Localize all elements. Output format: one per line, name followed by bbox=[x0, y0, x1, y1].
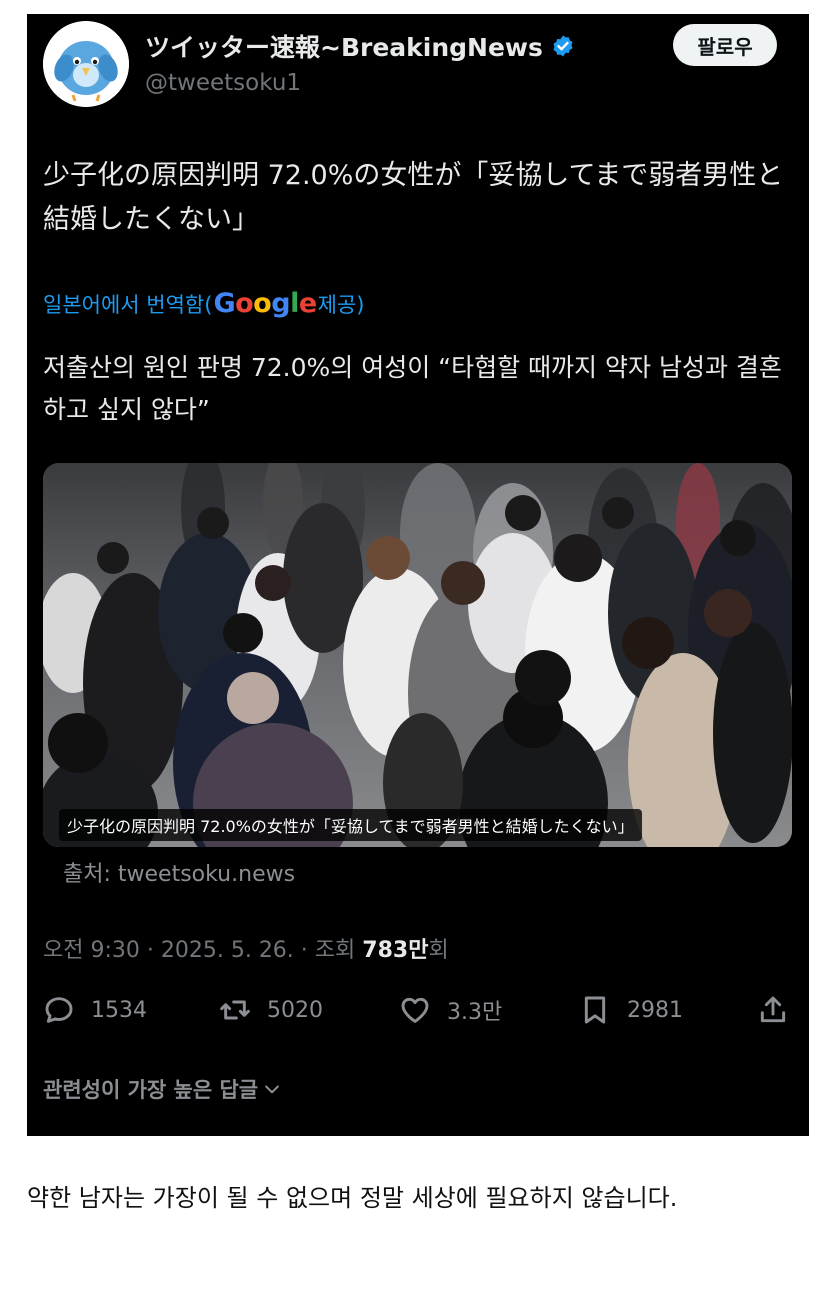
google-logo-letter: g bbox=[271, 288, 291, 319]
author-name-row[interactable]: ツイッター速報~BreakingNews bbox=[145, 28, 575, 64]
author-handle[interactable]: @tweetsoku1 bbox=[145, 70, 301, 96]
translated-text: 저출산의 원인 판명 72.0%의 여성이 “타협할 때까지 약자 남성과 결혼… bbox=[43, 353, 782, 424]
tweet-text: 少子化の原因判明 72.0%の女性が「妥協してまで弱者男性と結婚したくない」 bbox=[43, 160, 784, 235]
author-display-name[interactable]: ツイッター速報~BreakingNews bbox=[145, 28, 543, 64]
replies-sort-dropdown[interactable]: 관련성이 가장 높은 답글 bbox=[43, 1074, 282, 1104]
reply-count: 1534 bbox=[91, 997, 147, 1023]
translated-by-link[interactable]: 일본어에서 번역함( Google 제공) bbox=[43, 288, 364, 319]
retweet-icon bbox=[220, 1000, 250, 1020]
google-logo-letter: G bbox=[213, 288, 236, 319]
google-logo-letter: l bbox=[290, 288, 299, 319]
chevron-down-icon bbox=[265, 1085, 279, 1094]
like-button[interactable]: 3.3만 bbox=[399, 994, 502, 1026]
like-count: 3.3만 bbox=[447, 1000, 503, 1025]
tweet-timestamp[interactable]: 오전 9:30 · 2025. 5. 26. · 조회 bbox=[43, 938, 362, 963]
source-link[interactable]: 출처: tweetsoku.news bbox=[63, 856, 295, 888]
replies-sort-label: 관련성이 가장 높은 답글 bbox=[43, 1078, 259, 1102]
google-logo-letter: e bbox=[298, 288, 317, 319]
google-logo-letter: o bbox=[235, 288, 254, 319]
image-caption: 少子化の原因判明 72.0%の女性が「妥協してまで弱者男性と結婚したくない」 bbox=[59, 809, 642, 841]
google-logo: Google bbox=[213, 288, 317, 319]
action-bar: 1534 5020 3.3만 2981 bbox=[43, 994, 793, 1034]
like-icon bbox=[401, 997, 429, 1023]
view-suffix: 회 bbox=[428, 938, 449, 963]
translated-prefix: 일본어에서 번역함( bbox=[43, 292, 213, 317]
retweet-button[interactable]: 5020 bbox=[219, 994, 323, 1026]
retweet-count: 5020 bbox=[267, 997, 323, 1023]
post-comment: 약한 남자는 가장이 될 수 없으며 정말 세상에 필요하지 않습니다. bbox=[27, 1184, 678, 1212]
tweet-card: ツイッター速報~BreakingNews @tweetsoku1 팔로우 少子化… bbox=[27, 14, 809, 1136]
share-icon bbox=[760, 996, 786, 1023]
translated-suffix: 제공) bbox=[317, 292, 365, 317]
bookmark-button[interactable]: 2981 bbox=[579, 994, 683, 1026]
tweet-meta: 오전 9:30 · 2025. 5. 26. · 조회 783만회 bbox=[43, 932, 449, 964]
crowd-photo bbox=[43, 463, 792, 847]
reply-button[interactable]: 1534 bbox=[43, 994, 147, 1026]
share-button[interactable] bbox=[757, 994, 789, 1026]
follow-button[interactable]: 팔로우 bbox=[673, 24, 777, 66]
bookmark-icon bbox=[584, 996, 606, 1024]
verified-badge-icon bbox=[551, 34, 575, 58]
bookmark-count: 2981 bbox=[627, 997, 683, 1023]
bird-avatar-icon bbox=[43, 21, 129, 107]
tweet-image[interactable]: 少子化の原因判明 72.0%の女性が「妥協してまで弱者男性と結婚したくない」 bbox=[43, 463, 792, 847]
reply-icon bbox=[45, 997, 73, 1023]
google-logo-letter: o bbox=[253, 288, 272, 319]
view-count: 783만 bbox=[362, 938, 429, 963]
avatar[interactable] bbox=[43, 21, 129, 107]
